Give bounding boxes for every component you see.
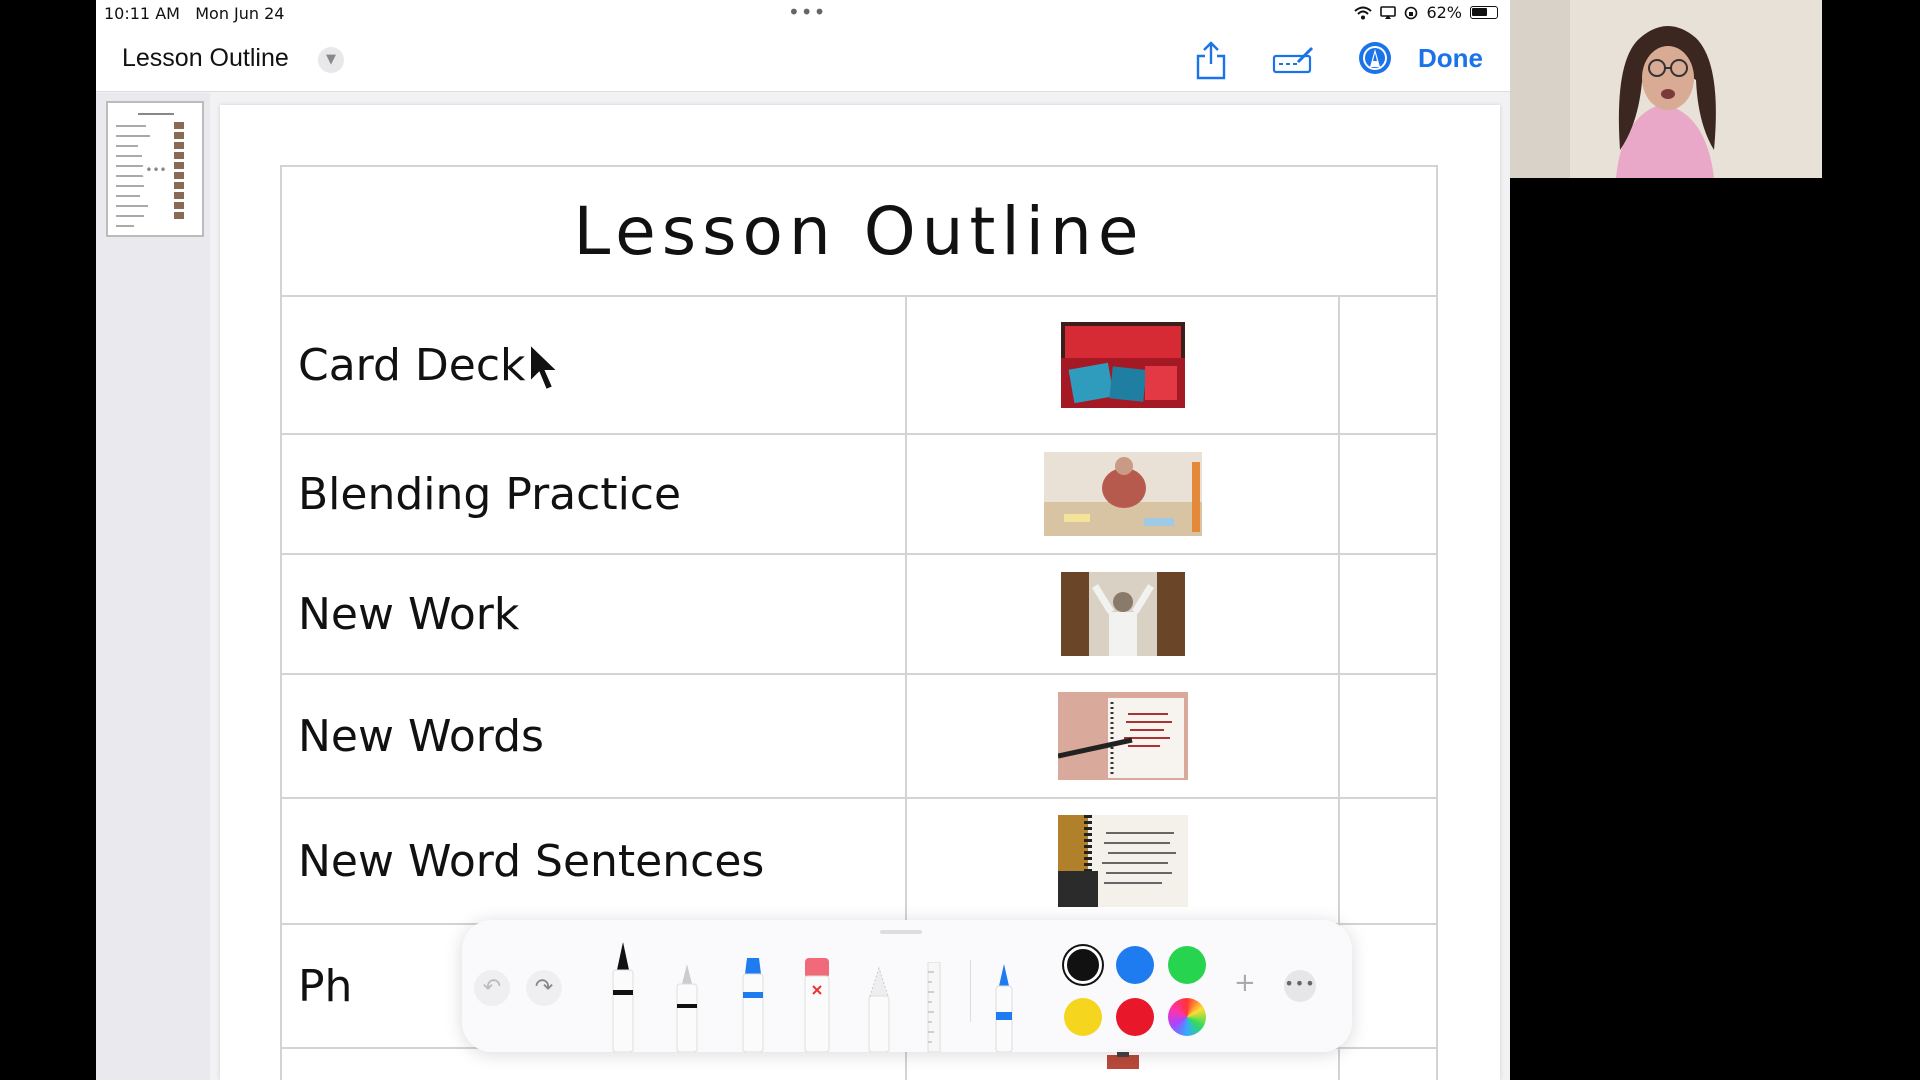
- row-label: [280, 1047, 907, 1080]
- screen-mirroring-icon: [1380, 5, 1397, 19]
- page-title: Lesson Outline: [280, 165, 1438, 297]
- card-deck-photo: [1060, 322, 1185, 408]
- row-empty-cell: [1338, 797, 1438, 925]
- row-empty-cell: [1338, 923, 1438, 1049]
- done-button[interactable]: Done: [1418, 43, 1483, 74]
- status-bar: 10:11 AM Mon Jun 24 ••• 62%: [96, 0, 1510, 26]
- lasso-tool-icon[interactable]: [864, 966, 894, 1052]
- thumb-line: [116, 175, 146, 177]
- monoline-pen-icon[interactable]: [672, 962, 702, 1052]
- status-time: 10:11 AM Mon Jun 24: [104, 4, 284, 23]
- thumb-image: [174, 172, 184, 179]
- multitasking-dots[interactable]: •••: [788, 0, 826, 24]
- navigation-bar: Lesson Outline ▼ Done: [96, 26, 1510, 92]
- toolbar-divider: [970, 960, 971, 1022]
- chevron-down-icon[interactable]: ▼: [318, 47, 344, 73]
- thumb-line: [116, 145, 138, 147]
- thumb-image: [174, 182, 184, 189]
- status-indicators: 62%: [1354, 3, 1498, 22]
- thumb-image: [174, 162, 184, 169]
- partial-photo: [1106, 1049, 1139, 1069]
- share-icon[interactable]: [1194, 40, 1228, 80]
- thumb-line: [116, 185, 144, 187]
- new-words-photo: [1057, 692, 1188, 780]
- highlighter-icon[interactable]: [738, 956, 768, 1052]
- row-empty-cell: [1338, 433, 1438, 555]
- battery-percent: 62%: [1426, 3, 1462, 22]
- thumb-image: [174, 122, 184, 129]
- row-label: New Words: [280, 673, 907, 799]
- markup-toolbar: ↶ ↷ + •••: [462, 920, 1352, 1052]
- page-thumbnail-sidebar: •••: [96, 93, 210, 1080]
- row-label: New Word Sentences: [280, 797, 907, 925]
- new-word-sentences-photo: [1057, 815, 1188, 907]
- color-swatch-black[interactable]: [1064, 946, 1102, 984]
- table-row: New Word Sentences: [280, 797, 1438, 925]
- thumb-line: [116, 155, 142, 157]
- orientation-lock-icon: [1405, 6, 1418, 19]
- thumb-image: [174, 202, 184, 209]
- row-empty-cell: [1338, 295, 1438, 435]
- row-image-cell: [904, 1047, 1341, 1080]
- row-image-cell: [904, 673, 1341, 799]
- row-label: Card Deck: [280, 295, 907, 435]
- table-row: New Work: [280, 553, 1438, 675]
- thumb-image: [174, 212, 184, 219]
- time-label: 10:11 AM: [104, 4, 180, 23]
- thumb-line: [116, 135, 150, 137]
- eraser-icon[interactable]: [800, 956, 834, 1052]
- new-work-photo: [1060, 572, 1185, 656]
- row-label: New Work: [280, 553, 907, 675]
- fountain-pen-icon[interactable]: [992, 962, 1016, 1052]
- thumb-line: [116, 195, 140, 197]
- thumb-image: [174, 192, 184, 199]
- more-icon[interactable]: •••: [142, 157, 170, 185]
- table-row: Card Deck: [280, 295, 1438, 435]
- row-image-cell: [904, 553, 1341, 675]
- battery-icon: [1470, 6, 1498, 19]
- row-image-cell: [904, 295, 1341, 435]
- pencil-tip-icon[interactable]: [1358, 41, 1392, 75]
- table-row: [280, 1047, 1438, 1080]
- row-empty-cell: [1338, 1047, 1438, 1080]
- ipad-screen: 10:11 AM Mon Jun 24 ••• 62% Lesson Outli…: [96, 0, 1510, 1080]
- color-swatch-blue[interactable]: [1116, 946, 1154, 984]
- pen-tool-icon[interactable]: [608, 940, 638, 1052]
- thumb-line: [116, 205, 148, 207]
- ruler-icon[interactable]: [924, 962, 944, 1052]
- mouse-pointer-icon: [529, 342, 561, 392]
- document-title[interactable]: Lesson Outline: [122, 44, 289, 73]
- color-picker-wheel-icon[interactable]: [1168, 998, 1206, 1036]
- thumb-image: [174, 142, 184, 149]
- undo-icon[interactable]: ↶: [474, 970, 510, 1006]
- redo-icon[interactable]: ↷: [526, 970, 562, 1006]
- row-image-cell: [904, 797, 1341, 925]
- add-icon[interactable]: +: [1234, 968, 1256, 998]
- blending-practice-photo: [1043, 452, 1202, 536]
- thumb-image: [174, 132, 184, 139]
- row-empty-cell: [1338, 673, 1438, 799]
- more-options-icon[interactable]: •••: [1284, 970, 1316, 1002]
- row-label: Blending Practice: [280, 433, 907, 555]
- toolbar-grab-handle[interactable]: [880, 930, 922, 934]
- color-swatch-yellow[interactable]: [1064, 998, 1102, 1036]
- presenter-video-image: [1510, 0, 1822, 178]
- thumb-line: [116, 215, 144, 217]
- date-label: Mon Jun 24: [195, 4, 285, 23]
- page-thumbnail[interactable]: •••: [106, 101, 204, 237]
- webcam-video: [1510, 0, 1822, 178]
- thumb-line: [116, 125, 146, 127]
- thumb-line: [116, 225, 134, 227]
- table-row: Blending Practice: [280, 433, 1438, 555]
- row-image-cell: [904, 433, 1341, 555]
- markup-icon[interactable]: [1272, 46, 1316, 76]
- thumb-title-line: [138, 113, 174, 115]
- table-row: New Words: [280, 673, 1438, 799]
- row-empty-cell: [1338, 553, 1438, 675]
- wifi-icon: [1354, 6, 1373, 19]
- color-swatch-red[interactable]: [1116, 998, 1154, 1036]
- color-swatch-green[interactable]: [1168, 946, 1206, 984]
- thumb-image: [174, 152, 184, 159]
